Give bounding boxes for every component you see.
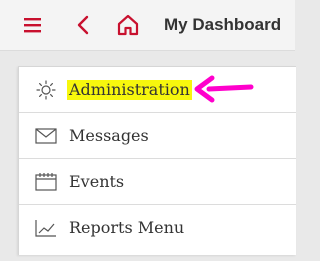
- chart-icon: [35, 218, 57, 238]
- menu-item-label: Administration: [67, 80, 192, 100]
- arrow-left-icon: [194, 75, 254, 103]
- menu-item-messages[interactable]: Messages: [19, 113, 296, 159]
- menu-item-reports-menu[interactable]: Reports Menu: [19, 205, 296, 251]
- calendar-icon: [35, 172, 57, 192]
- gear-icon: [35, 80, 57, 100]
- envelope-icon: [35, 126, 57, 146]
- chevron-left-icon[interactable]: [72, 13, 96, 37]
- menu-item-events[interactable]: Events: [19, 159, 296, 205]
- menu-item-label: Reports Menu: [69, 218, 185, 237]
- hamburger-menu-icon[interactable]: [22, 13, 46, 37]
- home-icon[interactable]: [116, 13, 140, 37]
- menu-item-label: Messages: [69, 126, 149, 145]
- top-bar: My Dashboard: [0, 0, 295, 51]
- menu-item-label: Events: [69, 172, 125, 191]
- page-title: My Dashboard: [164, 15, 282, 34]
